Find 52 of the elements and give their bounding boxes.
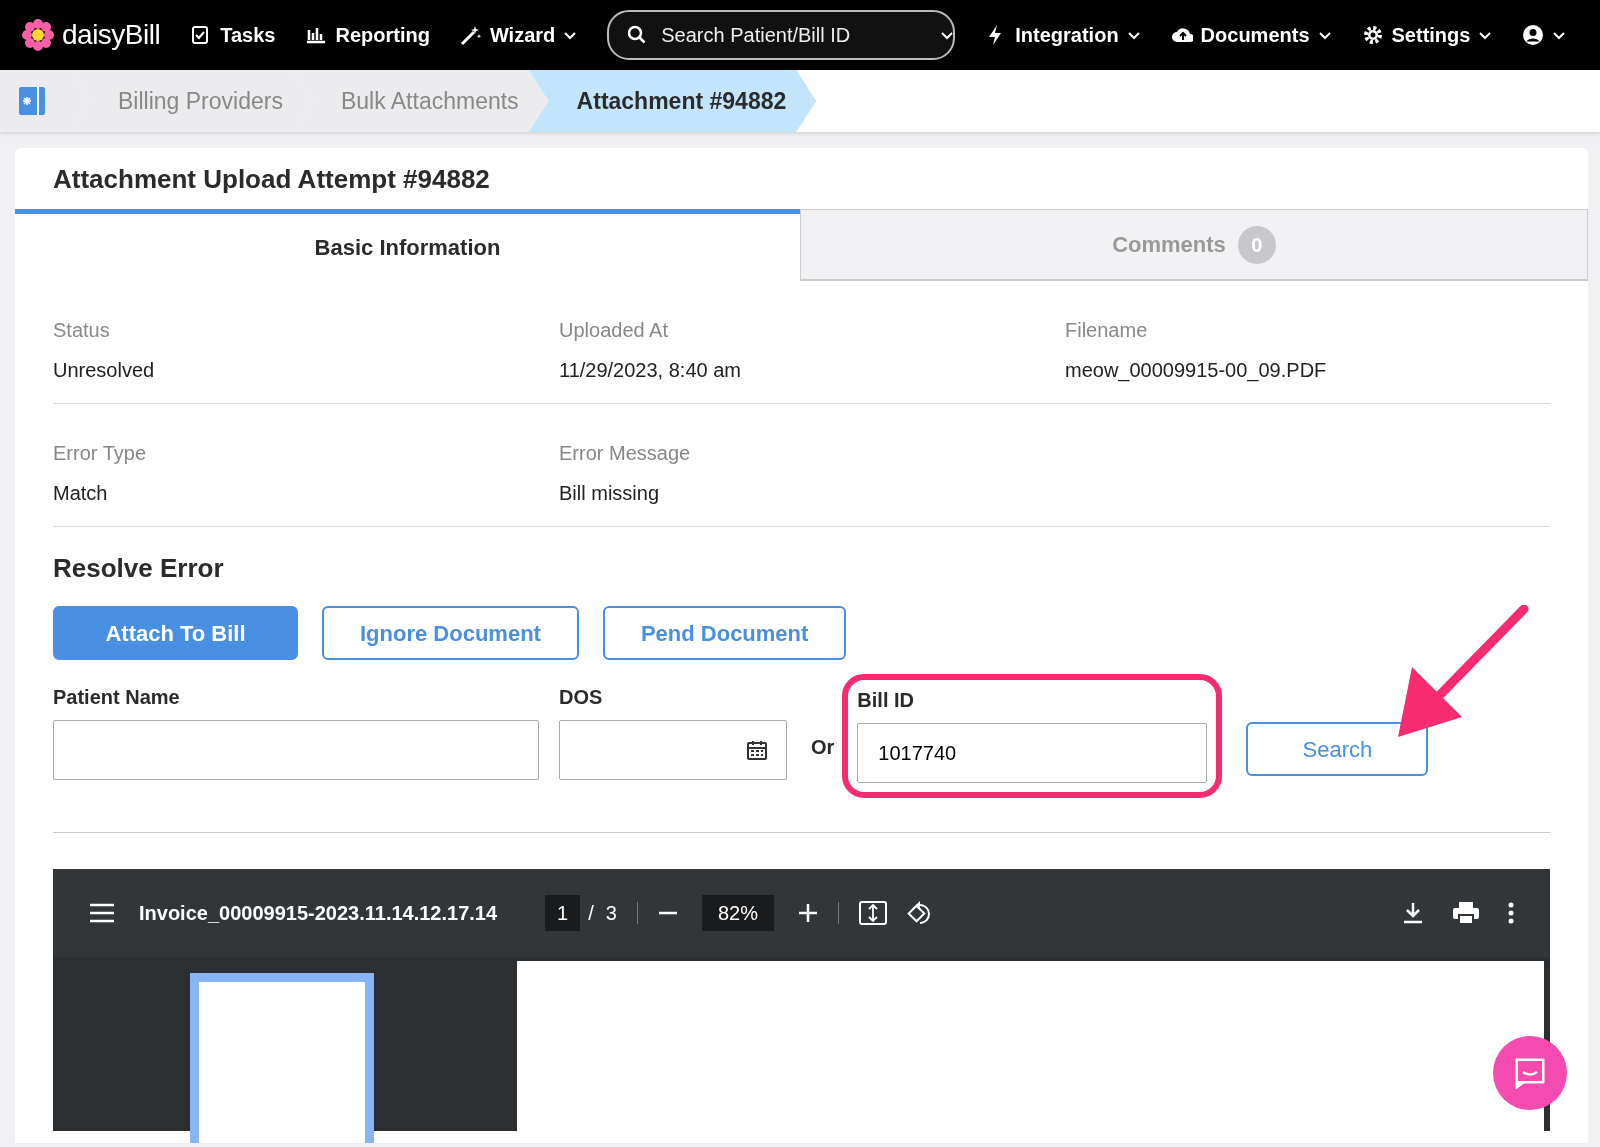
breadcrumb-item[interactable]: Attachment #94882 bbox=[528, 70, 817, 132]
search-field[interactable]: Search Patient/Bill ID bbox=[607, 10, 956, 60]
nav-link[interactable]: Reporting bbox=[305, 20, 430, 50]
field-value: Unresolved bbox=[53, 358, 156, 384]
field-label: Bill ID bbox=[857, 688, 915, 714]
caret-icon bbox=[940, 29, 955, 41]
field-value: 11/29/2023, 8:40 am bbox=[559, 358, 742, 384]
field-label: Filename bbox=[1065, 318, 1149, 344]
brand-name: daisyBill bbox=[62, 18, 161, 52]
daisy-logo-icon bbox=[22, 19, 54, 51]
field-label: Patient Name bbox=[53, 685, 181, 711]
calendar-icon bbox=[746, 739, 768, 762]
field-label: Uploaded At bbox=[559, 318, 669, 344]
field-value: Bill missing bbox=[559, 481, 661, 507]
field-label: Status bbox=[53, 318, 111, 344]
nav-link[interactable]: Settings bbox=[1361, 20, 1493, 50]
nav-link[interactable]: Wizard bbox=[459, 20, 578, 50]
home-link[interactable] bbox=[0, 70, 90, 132]
page-total: 3 bbox=[605, 901, 617, 927]
menu-icon[interactable] bbox=[89, 903, 115, 924]
download-icon[interactable] bbox=[1402, 901, 1424, 926]
nav-link[interactable]: Tasks bbox=[190, 20, 276, 50]
search-icon bbox=[627, 25, 648, 45]
magic-wand-icon bbox=[459, 24, 482, 46]
fit-page-icon[interactable] bbox=[858, 901, 887, 926]
zoom-in-icon[interactable] bbox=[797, 903, 818, 924]
field-value: meow_00009915-00_09.PDF bbox=[1065, 358, 1328, 384]
input-field[interactable] bbox=[559, 720, 787, 781]
input-field[interactable]: 1017740 bbox=[857, 723, 1208, 784]
zoom-field[interactable]: 82% bbox=[701, 895, 774, 932]
user-icon bbox=[1522, 24, 1545, 46]
field-label: Error Message bbox=[559, 441, 692, 467]
field-label: DOS bbox=[559, 685, 604, 711]
page-thumbnail[interactable] bbox=[190, 973, 374, 1143]
nav-link[interactable]: Integration bbox=[985, 20, 1141, 50]
field-label: Error Type bbox=[53, 441, 147, 467]
nav-link[interactable]: Documents bbox=[1170, 20, 1332, 50]
or-label: Or bbox=[811, 735, 835, 761]
document-icon bbox=[18, 86, 46, 116]
search-input[interactable]: Search Patient/Bill ID bbox=[659, 19, 929, 51]
input-field[interactable] bbox=[53, 720, 539, 781]
settings-icon bbox=[1361, 24, 1384, 46]
file-name: Invoice_00009915-2023.11.14.12.17.14 bbox=[139, 901, 498, 927]
section-heading: Resolve Error bbox=[53, 553, 225, 585]
print-icon[interactable] bbox=[1452, 901, 1480, 926]
field-value: Match bbox=[53, 481, 109, 507]
user-menu-button[interactable] bbox=[1522, 24, 1567, 46]
more-icon[interactable] bbox=[1508, 902, 1514, 925]
page-title: Attachment Upload Attempt #94882 bbox=[52, 163, 491, 196]
page-number-field[interactable]: 1 bbox=[545, 895, 581, 932]
page-separator: / bbox=[588, 901, 594, 927]
chat-icon bbox=[1512, 1055, 1548, 1091]
